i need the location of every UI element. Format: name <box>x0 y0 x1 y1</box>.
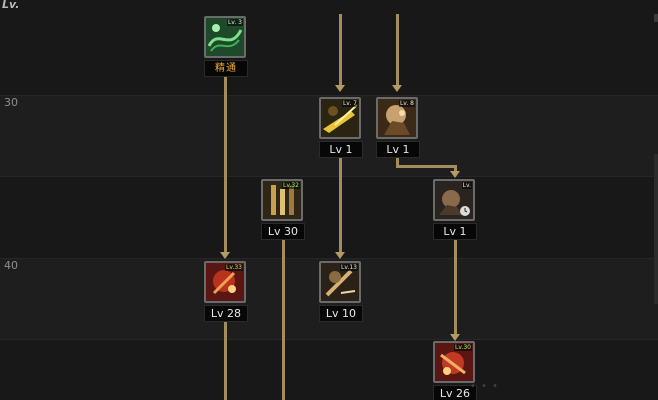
connector-line <box>339 14 342 86</box>
skill-caption: 精通 <box>204 60 248 77</box>
skill-node[interactable]: Lv. 7 Lv 1 <box>319 97 363 158</box>
skill-icon[interactable]: Lv. 7 <box>319 97 361 139</box>
scrollbar[interactable] <box>654 154 658 304</box>
skill-icon[interactable]: Lv.33 <box>204 261 246 303</box>
skill-level-badge: Lv.30 <box>454 344 472 351</box>
connector-arrow <box>450 334 460 341</box>
skill-node[interactable]: Lv. 8 Lv 1 <box>376 97 420 158</box>
skill-caption: Lv 30 <box>261 223 305 240</box>
skill-caption: Lv 1 <box>376 141 420 158</box>
skill-icon[interactable]: Lv.30 <box>433 341 475 383</box>
skill-level-badge: Lv.33 <box>225 264 243 271</box>
connector-line <box>224 76 227 256</box>
connector-line <box>454 236 457 336</box>
skill-level-badge: Lv.32 <box>282 182 300 189</box>
band-divider <box>0 339 658 340</box>
skill-node-mastery[interactable]: Lv. 3 精通 <box>204 16 248 77</box>
connector-line <box>224 318 227 400</box>
skill-caption: Lv 1 <box>319 141 363 158</box>
connector-line <box>339 154 342 254</box>
skill-level-badge: Lv. <box>461 182 472 189</box>
skill-caption: Lv 10 <box>319 305 363 322</box>
connector-arrow <box>335 85 345 92</box>
level-band <box>0 339 658 400</box>
watermark-glyphs: · · · <box>470 376 498 395</box>
connector-arrow <box>450 171 460 178</box>
skill-icon[interactable]: Lv.13 <box>319 261 361 303</box>
connector-arrow <box>220 252 230 259</box>
skill-tree-panel: Lv. 30 40 Lv. 3 精通 Lv. 7 Lv 1 Lv. 8 Lv 1… <box>0 0 658 400</box>
level-row-label: 30 <box>4 96 18 109</box>
level-column-header: Lv. <box>2 0 20 11</box>
skill-level-badge: Lv. 7 <box>341 100 358 107</box>
skill-caption: Lv 28 <box>204 305 248 322</box>
level-row-label: 40 <box>4 259 18 272</box>
connector-line <box>282 236 285 400</box>
skill-node[interactable]: Lv.32 Lv 30 <box>261 179 305 240</box>
skill-caption: Lv 1 <box>433 223 477 240</box>
mastery-skill-icon[interactable]: Lv. 3 <box>204 16 246 58</box>
skill-icon[interactable]: Lv.32 <box>261 179 303 221</box>
level-band <box>0 176 658 258</box>
skill-icon[interactable]: Lv. <box>433 179 475 221</box>
scrollbar[interactable] <box>654 14 658 22</box>
band-divider <box>0 176 658 177</box>
connector-line <box>396 165 456 168</box>
band-divider <box>0 258 658 259</box>
band-divider <box>0 95 658 96</box>
skill-level-badge: Lv.13 <box>340 264 358 271</box>
skill-node[interactable]: Lv.13 Lv 10 <box>319 261 363 322</box>
skill-level-badge: Lv. 3 <box>226 19 243 26</box>
connector-arrow <box>392 85 402 92</box>
skill-node[interactable]: Lv. Lv 1 <box>433 179 477 240</box>
skill-level-badge: Lv. 8 <box>398 100 415 107</box>
skill-node[interactable]: Lv.30 Lv 26 <box>433 341 477 400</box>
skill-icon[interactable]: Lv. 8 <box>376 97 418 139</box>
skill-node[interactable]: Lv.33 Lv 28 <box>204 261 248 322</box>
connector-line <box>396 14 399 86</box>
connector-arrow <box>335 252 345 259</box>
level-band <box>0 0 658 95</box>
